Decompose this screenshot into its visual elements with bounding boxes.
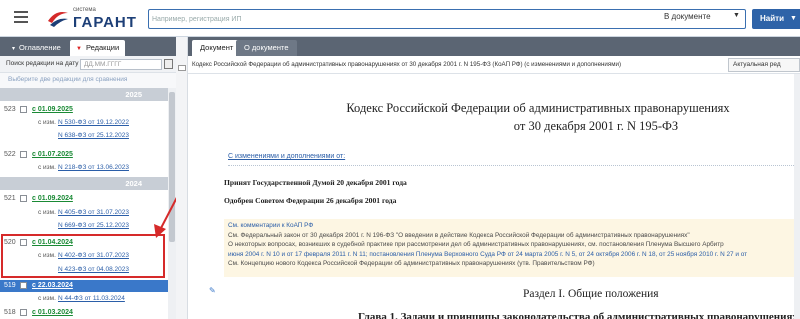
bookmark-icon[interactable]: ✎: [209, 286, 216, 295]
document-scrollbar[interactable]: [794, 74, 800, 319]
edition-change: с изм. N 44-ФЗ от 11.03.2024: [0, 293, 168, 305]
note-line: О некоторых вопросах, возникших в судебн…: [228, 241, 724, 248]
garant-logo[interactable]: система ГАРАНТ: [46, 5, 136, 33]
garant-logo-mark: [48, 12, 68, 27]
date-search-bar: Поиск редакции на дату ДД.ММ.ГГГГ: [0, 56, 176, 73]
calendar-icon[interactable]: [164, 59, 173, 69]
edition-change: с изм. N 218-ФЗ от 13.06.2023: [0, 162, 168, 174]
find-options-chevron-icon[interactable]: ▼: [790, 9, 800, 29]
year-header-2024: 2024: [0, 177, 168, 190]
edition-date-link[interactable]: с 22.03.2024: [32, 280, 73, 292]
edition-number: 521: [4, 195, 16, 202]
document-title-line2: от 30 декабря 2001 г. N 195-ФЗ: [513, 119, 679, 133]
change-link[interactable]: N 218-ФЗ от 13.06.2023: [58, 162, 129, 174]
caret-down-icon: ▼: [76, 46, 82, 52]
change-link[interactable]: N 530-ФЗ от 19.12.2022: [58, 117, 129, 129]
changes-link[interactable]: С изменениями и дополнениями от:: [228, 153, 345, 160]
date-input[interactable]: ДД.ММ.ГГГГ: [80, 59, 162, 70]
panel-splitter[interactable]: [176, 37, 188, 319]
edition-checkbox[interactable]: [20, 195, 27, 202]
change-prefix: с изм.: [38, 119, 56, 126]
edition-change: N 638-ФЗ от 25.12.2023: [0, 130, 168, 142]
edition-checkbox[interactable]: [20, 282, 27, 289]
edition-number: 518: [4, 309, 16, 316]
change-link[interactable]: N 44-ФЗ от 11.03.2024: [58, 293, 125, 305]
search-scope-select[interactable]: В документе: [664, 12, 711, 21]
change-link[interactable]: N 669-ФЗ от 25.12.2023: [58, 220, 129, 232]
top-bar: система ГАРАНТ В документе ▼ Найти ▼: [0, 0, 800, 37]
change-link[interactable]: N 405-ФЗ от 31.07.2023: [58, 207, 129, 219]
document-body: Кодекс Российской Федерации об администр…: [188, 74, 800, 319]
search-box[interactable]: [148, 9, 746, 29]
edition-number: 519: [4, 282, 16, 289]
edition-change: с изм. N 530-ФЗ от 19.12.2022: [0, 117, 168, 129]
edition-number: 522: [4, 151, 16, 158]
edition-change: N 669-ФЗ от 25.12.2023: [0, 220, 168, 232]
note-line[interactable]: июня 2004 г. N 10 и от 17 февраля 2011 г…: [228, 250, 796, 260]
year-header-2025: 2025: [0, 88, 168, 101]
edition-date-link[interactable]: с 01.09.2025: [32, 104, 73, 116]
actual-edition-button[interactable]: Актуальная ред: [728, 58, 800, 72]
tab-editions[interactable]: ▼ Редакции: [70, 40, 126, 56]
annotation-highlight-box: [1, 234, 165, 278]
change-prefix: с изм.: [38, 209, 56, 216]
commentary-note: См. комментарии к КоАП РФ См. Федеральны…: [224, 219, 800, 277]
chapter-title: Глава 1. Задачи и принципы законодательс…: [358, 311, 798, 319]
edition-checkbox[interactable]: [20, 151, 27, 158]
logo-small-text: система: [73, 7, 96, 13]
edition-row[interactable]: 518 с 01.03.2024: [0, 307, 168, 319]
left-scrollbar[interactable]: [168, 88, 176, 319]
date-search-label: Поиск редакции на дату: [6, 60, 79, 67]
adopted-text: Принят Государственной Думой 20 декабря …: [224, 178, 407, 187]
find-button[interactable]: Найти: [752, 9, 792, 29]
document-title-line1: Кодекс Российской Федерации об администр…: [346, 101, 730, 115]
left-tabs: ▾ Оглавление ▼ Редакции: [0, 37, 176, 56]
edition-row[interactable]: 522 с 01.07.2025: [0, 149, 168, 161]
change-prefix: с изм.: [38, 164, 56, 171]
section-title: Раздел I. Общие положения: [523, 288, 659, 300]
tab-document[interactable]: Документ: [192, 40, 242, 56]
change-link[interactable]: N 638-ФЗ от 25.12.2023: [58, 130, 129, 142]
divider: [228, 165, 800, 166]
edition-number: 523: [4, 106, 16, 113]
document-title-bar: Кодекс Российской Федерации об администр…: [188, 56, 800, 74]
document-tabs: Документ О документе: [188, 37, 800, 56]
tab-about-document[interactable]: О документе: [236, 40, 297, 56]
tab-editions-label: Редакции: [85, 43, 120, 52]
collapse-panel-icon[interactable]: [178, 65, 186, 71]
search-input[interactable]: [152, 12, 652, 26]
edition-date-link[interactable]: с 01.07.2025: [32, 149, 73, 161]
edition-date-link[interactable]: с 01.09.2024: [32, 193, 73, 205]
edition-date-link[interactable]: с 01.03.2024: [32, 307, 73, 319]
logo-text: ГАРАНТ: [73, 14, 137, 31]
edition-row-selected[interactable]: 519 с 22.03.2024: [0, 280, 168, 292]
edition-checkbox[interactable]: [20, 106, 27, 113]
edition-row[interactable]: 523 с 01.09.2025: [0, 104, 168, 116]
tab-contents-label: Оглавление: [19, 43, 61, 52]
compare-hint: Выберите две редакции для сравнения: [0, 73, 176, 88]
edition-checkbox[interactable]: [20, 309, 27, 316]
note-line[interactable]: См. комментарии к КоАП РФ: [228, 221, 796, 231]
caret-down-icon: ▾: [12, 46, 16, 52]
document-title-bar-text: Кодекс Российской Федерации об администр…: [192, 61, 622, 68]
edition-change: с изм. N 405-ФЗ от 31.07.2023: [0, 207, 168, 219]
menu-icon[interactable]: [14, 11, 28, 23]
change-prefix: с изм.: [38, 295, 56, 302]
tab-contents[interactable]: ▾ Оглавление: [6, 40, 67, 56]
chevron-down-icon[interactable]: ▼: [733, 12, 740, 19]
note-line: См. Федеральный закон от 30 декабря 2001…: [228, 231, 690, 239]
approved-text: Одобрен Советом Федерации 26 декабря 200…: [224, 196, 397, 205]
edition-row[interactable]: 521 с 01.09.2024: [0, 193, 168, 205]
note-line: См. Концепцию нового Кодекса Российской …: [228, 260, 595, 267]
scrollbar-thumb[interactable]: [169, 92, 175, 242]
